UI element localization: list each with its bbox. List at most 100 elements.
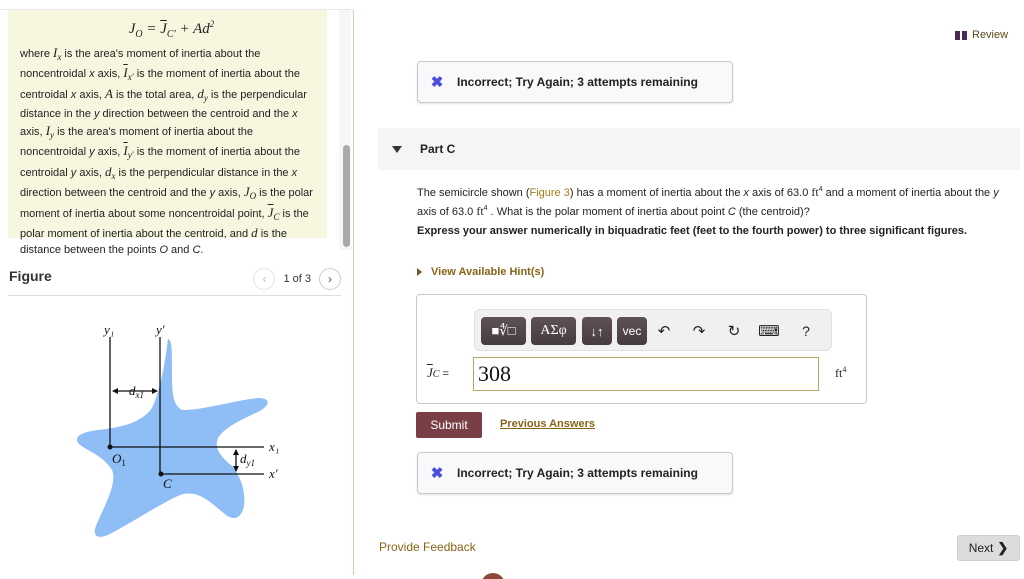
note-text-segment: is the perpendicular distance in the	[115, 166, 292, 179]
formula-eq: =	[142, 21, 161, 37]
q-var: y	[993, 187, 999, 199]
q-text: axis of 63.0	[749, 187, 812, 199]
next-label: Next	[968, 541, 994, 555]
book-icon	[955, 30, 967, 40]
templates-button[interactable]: ■∜□	[481, 317, 526, 345]
redo-icon: ↷	[692, 323, 706, 340]
figure-3-link[interactable]: Figure 3	[529, 187, 569, 199]
note-text-segment: direction between the centroid and the	[99, 108, 293, 121]
math-toolbar: ■∜□ ΑΣφ ↓↑ vec ↶ ↷ ↻ ⌨ ?	[474, 309, 832, 351]
label-x1: x₁	[268, 439, 279, 454]
note-text-segment: axis,	[94, 68, 124, 81]
view-hints-toggle[interactable]: View Available Hint(s)	[417, 266, 544, 278]
formula-plus: + Ad	[175, 21, 210, 37]
help-button[interactable]: ?	[795, 319, 817, 343]
chevron-right-icon: ❯	[997, 540, 1009, 555]
note-text-segment: axis,	[94, 146, 124, 159]
vec-label: vec	[622, 324, 642, 338]
note-text-segment: is the total area,	[112, 88, 198, 101]
prev-figure-button[interactable]: ‹	[253, 268, 276, 290]
answer-instruction: Express your answer numerically in biqua…	[417, 225, 968, 237]
review-link[interactable]: Review	[955, 29, 1008, 41]
q-unit: ft	[811, 185, 819, 199]
next-figure-button[interactable]: ›	[319, 268, 341, 290]
definition-text: where Ix is the area's moment of inertia…	[20, 45, 315, 259]
label-yprime: y′	[154, 322, 165, 337]
q-text: axis of 63.0	[417, 206, 477, 218]
note-text-segment: axis,	[215, 187, 244, 200]
note-text-segment: where	[20, 48, 54, 60]
previous-answers-link[interactable]: Previous Answers	[500, 418, 595, 430]
reset-icon: ↻	[727, 323, 741, 340]
undo-button[interactable]: ↶	[653, 319, 675, 343]
figure-page-count: 1 of 3	[283, 273, 311, 285]
greek-symbols-button[interactable]: ΑΣφ	[531, 317, 576, 345]
definition-note: JO = JC′ + Ad2 where Ix is the area's mo…	[8, 10, 327, 256]
q-text: (the centroid)?	[735, 206, 810, 218]
figure-pager: ‹ 1 of 3 ›	[253, 268, 341, 290]
q-text: and a moment of inertia about the	[822, 187, 994, 199]
undo-icon: ↶	[657, 323, 671, 340]
note-text-segment: axis,	[76, 88, 105, 101]
arrowhead	[233, 449, 239, 455]
math-symbol: A	[105, 85, 113, 101]
figure-diagram: y₁ y′ x₁ x′ dx1 dy1 O1 C	[76, 322, 279, 537]
help-icon: ?	[802, 323, 810, 339]
vector-button[interactable]: vec	[617, 317, 647, 345]
answer-panel: ■∜□ ΑΣφ ↓↑ vec ↶ ↷ ↻ ⌨ ? JC = ft4	[416, 294, 867, 404]
feedback-text: Incorrect; Try Again; 3 attempts remaini…	[457, 466, 698, 480]
label-dy1: dy1	[240, 451, 255, 468]
arrows-button[interactable]: ↓↑	[582, 317, 612, 345]
keyboard-icon: ⌨	[758, 323, 780, 340]
floating-widget-edge[interactable]	[481, 573, 505, 579]
note-text-segment: direction between the centroid and the	[20, 187, 210, 200]
feedback-message-top: ✖ Incorrect; Try Again; 3 attempts remai…	[417, 61, 733, 103]
starfish-shape	[76, 339, 268, 537]
left-scrollbar-thumb[interactable]	[343, 145, 350, 247]
answer-label: JC =	[427, 365, 449, 381]
q-unit: ft	[476, 204, 484, 218]
part-title: Part C	[420, 142, 456, 156]
formula-jbar: J	[160, 21, 167, 37]
label-o1-sub: 1	[121, 458, 126, 468]
label-dx1: dx1	[129, 383, 144, 400]
point-o1	[107, 444, 113, 450]
reset-button[interactable]: ↻	[723, 319, 745, 343]
label-y1: y₁	[102, 322, 114, 337]
q-text: The semicircle shown (	[417, 187, 530, 199]
note-text-segment: axis,	[20, 125, 46, 138]
label-xprime: x′	[268, 466, 278, 481]
hints-label: View Available Hint(s)	[431, 266, 545, 278]
review-label: Review	[972, 29, 1009, 41]
part-c-header[interactable]: Part C	[378, 128, 1020, 170]
figure-title: Figure	[9, 268, 52, 284]
label-dx1-sub: x1	[135, 390, 145, 400]
formula-j-sub: O	[135, 29, 143, 40]
greek-icon: ΑΣφ	[540, 323, 567, 338]
redo-button[interactable]: ↷	[688, 319, 710, 343]
note-text-segment: and	[168, 244, 193, 257]
q-var: C	[727, 206, 736, 218]
formula-jbar-sub: C′	[166, 29, 176, 40]
note-text-segment: axis,	[76, 166, 105, 179]
chevron-right-icon: ›	[328, 272, 332, 286]
question-text: The semicircle shown (Figure 3) has a mo…	[417, 182, 1017, 220]
answer-label-eq: =	[439, 368, 449, 380]
answer-input[interactable]	[473, 357, 819, 391]
polar-moment-formula: JO = JC′ + Ad2	[20, 14, 315, 45]
q-text: ) has a moment of inertia about the	[569, 187, 744, 199]
x-icon: ✖	[430, 74, 444, 91]
next-button[interactable]: Next ❯	[957, 535, 1020, 561]
left-panel: JO = JC′ + Ad2 where Ix is the area's mo…	[0, 0, 353, 579]
label-c: C	[163, 476, 172, 491]
label-dy1-sub: y1	[246, 458, 256, 468]
panel-divider	[353, 10, 354, 575]
submit-button[interactable]: Submit	[416, 412, 482, 438]
arrowhead	[112, 388, 118, 394]
chevron-left-icon: ‹	[262, 272, 267, 286]
note-text-segment: .	[200, 244, 204, 257]
caret-down-icon	[392, 145, 402, 153]
keyboard-button[interactable]: ⌨	[758, 319, 780, 343]
italic-variable: x	[291, 166, 298, 179]
provide-feedback-link[interactable]: Provide Feedback	[379, 540, 476, 554]
